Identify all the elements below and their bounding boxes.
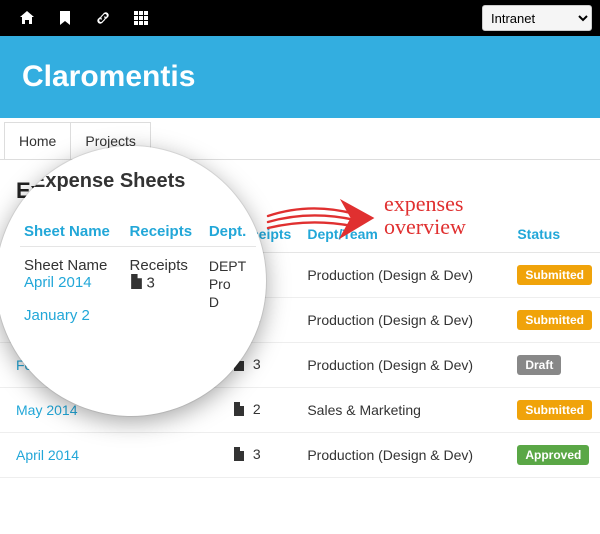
nav-icon-group xyxy=(8,0,160,36)
annotation-text: expenses overview xyxy=(384,192,466,238)
col-status[interactable]: Status xyxy=(509,216,600,253)
brand-banner: Claromentis xyxy=(0,36,600,118)
mag-col-receipts: Receipts xyxy=(126,217,205,247)
file-icon xyxy=(233,402,245,419)
sheet-link[interactable]: April 2014 xyxy=(16,447,79,463)
dept-cell: Production (Design & Dev) xyxy=(299,253,509,298)
brand-title: Claromentis xyxy=(22,60,578,94)
mag-receipts-label: Receipts xyxy=(130,257,201,274)
receipts-cell: 2 xyxy=(225,388,299,433)
mag-row-link2: January 2 xyxy=(24,307,122,324)
tab-home[interactable]: Home xyxy=(4,122,71,159)
status-badge: Submitted xyxy=(517,265,592,285)
dept-cell: Production (Design & Dev) xyxy=(299,298,509,343)
magnifier-overlay: Expense Sheets Sheet Name Receipts Dept.… xyxy=(0,146,266,416)
link-icon[interactable] xyxy=(84,0,122,36)
arrow-icon xyxy=(260,190,380,250)
receipts-cell: 3 xyxy=(225,433,299,478)
table-row: April 2014 3Production (Design & Dev) App… xyxy=(0,433,600,478)
mag-receipts-value: 3 xyxy=(130,274,201,293)
apps-icon[interactable] xyxy=(122,0,160,36)
dept-cell: Production (Design & Dev) xyxy=(299,433,509,478)
file-icon xyxy=(233,447,245,464)
mag-row-label: Sheet Name xyxy=(24,257,122,274)
mag-dept-cell: DEPTProD xyxy=(205,247,256,335)
dept-cell: Production (Design & Dev) xyxy=(299,343,509,388)
top-navbar: Intranet xyxy=(0,0,600,36)
mag-row-link: April 2014 xyxy=(24,274,122,291)
status-badge: Draft xyxy=(517,355,561,375)
home-icon[interactable] xyxy=(8,0,46,36)
status-badge: Submitted xyxy=(517,400,592,420)
dept-cell: Sales & Marketing xyxy=(299,388,509,433)
status-badge: Approved xyxy=(517,445,589,465)
mag-col-dept: Dept. xyxy=(205,217,256,247)
sheet-link[interactable]: May 2014 xyxy=(16,402,77,418)
context-select[interactable]: Intranet xyxy=(482,5,592,31)
mag-col-sheet: Sheet Name xyxy=(20,217,126,247)
file-icon xyxy=(130,274,143,293)
annotation: expenses overview xyxy=(260,190,466,250)
bookmark-icon[interactable] xyxy=(46,0,84,36)
status-badge: Submitted xyxy=(517,310,592,330)
